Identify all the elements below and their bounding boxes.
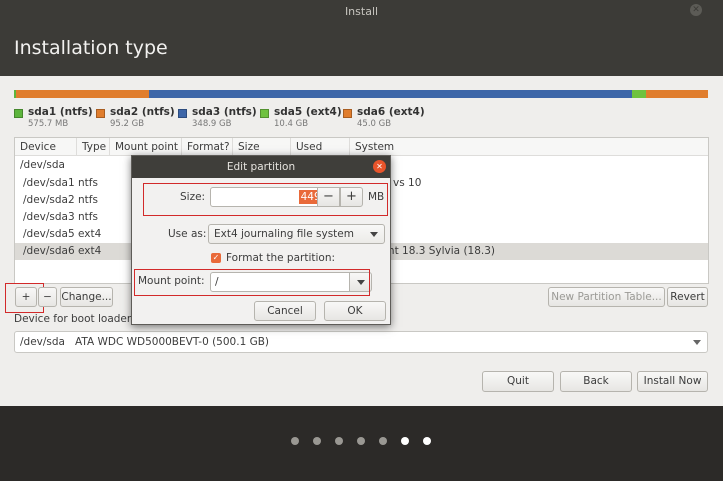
progress-dot-current	[401, 437, 409, 445]
change-partition-button[interactable]: Change...	[60, 287, 113, 307]
column-header-size[interactable]: Size	[233, 138, 291, 156]
window-title: Install	[344, 5, 379, 18]
new-partition-table-button[interactable]: New Partition Table...	[548, 287, 665, 307]
legend-swatch	[260, 109, 269, 118]
legend-swatch	[178, 109, 187, 118]
page-title: Installation type	[14, 37, 168, 59]
legend-name: sda6 (ext4)	[357, 106, 425, 118]
back-button[interactable]: Back	[560, 371, 632, 392]
use-as-label: Use as:	[168, 228, 207, 240]
progress-dot	[335, 437, 343, 445]
chevron-down-icon	[693, 340, 701, 345]
use-as-value: Ext4 journaling file system	[214, 228, 354, 240]
legend-name: sda1 (ntfs)	[28, 106, 93, 118]
legend-swatch	[343, 109, 352, 118]
legend-size: 95.2 GB	[110, 119, 145, 129]
progress-dot	[291, 437, 299, 445]
boot-loader-label: Device for boot loader	[14, 313, 132, 325]
install-now-button[interactable]: Install Now	[637, 371, 708, 392]
boot-loader-select[interactable]: /dev/sda ATA WDC WD5000BEVT-0 (500.1 GB)	[14, 331, 708, 353]
close-icon[interactable]: ✕	[690, 4, 702, 16]
column-header-used[interactable]: Used	[291, 138, 350, 156]
cell-device: /dev/sda1	[23, 177, 75, 189]
cell-type: ntfs	[78, 211, 98, 223]
legend-size: 575.7 MB	[28, 119, 69, 129]
column-header-type[interactable]: Type	[77, 138, 110, 156]
cell-device: /dev/sda6	[23, 245, 75, 257]
partition-bar-segment-sda6	[646, 90, 708, 98]
column-header-system[interactable]: System	[350, 138, 708, 156]
cell-system: int 18.3 Sylvia (18.3)	[385, 245, 496, 257]
partition-bar-segment-sda3	[149, 90, 632, 98]
progress-dot	[379, 437, 387, 445]
cell-device: /dev/sda	[20, 159, 65, 171]
cell-type: ext4	[78, 245, 102, 257]
remove-partition-button[interactable]: −	[38, 287, 57, 307]
legend-swatch	[14, 109, 23, 118]
cell-system: vs 10	[393, 177, 422, 189]
table-header: Device Type Mount point Format? Size Use…	[15, 138, 708, 156]
highlight-size-row	[143, 183, 388, 216]
boot-loader-description: ATA WDC WD5000BEVT-0 (500.1 GB)	[75, 336, 270, 348]
chevron-down-icon	[370, 232, 378, 237]
progress-dot	[357, 437, 365, 445]
cell-device: /dev/sda5	[23, 228, 75, 240]
partition-bar-segment-sda5	[632, 90, 646, 98]
dialog-title-bar: Edit partition ✕	[132, 156, 390, 178]
cell-device: /dev/sda3	[23, 211, 75, 223]
edit-partition-dialog: Edit partition ✕ Size: 44997 − + MB Use …	[131, 155, 391, 325]
column-header-format[interactable]: Format?	[182, 138, 233, 156]
boot-loader-device: /dev/sda	[20, 336, 65, 348]
legend-size: 10.4 GB	[274, 119, 309, 129]
legend-size: 45.0 GB	[357, 119, 392, 129]
format-checkbox[interactable]: ✓	[211, 253, 221, 263]
column-header-device[interactable]: Device	[15, 138, 77, 156]
close-icon[interactable]: ✕	[373, 160, 386, 173]
partition-bar-segment-sda2	[16, 90, 149, 98]
ok-button[interactable]: OK	[324, 301, 386, 321]
legend-size: 348.9 GB	[192, 119, 232, 129]
column-header-mount-point[interactable]: Mount point	[110, 138, 182, 156]
format-label: Format the partition:	[226, 252, 336, 264]
legend-name: sda3 (ntfs)	[192, 106, 257, 118]
revert-button[interactable]: Revert	[667, 287, 708, 307]
cancel-button[interactable]: Cancel	[254, 301, 316, 321]
legend-name: sda2 (ntfs)	[110, 106, 175, 118]
dialog-title: Edit partition	[226, 161, 296, 173]
legend-swatch	[96, 109, 105, 118]
cell-device: /dev/sda2	[23, 194, 75, 206]
quit-button[interactable]: Quit	[482, 371, 554, 392]
cell-type: ntfs	[78, 177, 98, 189]
use-as-select[interactable]: Ext4 journaling file system	[208, 224, 385, 244]
cell-type: ext4	[78, 228, 102, 240]
legend-name: sda5 (ext4)	[274, 106, 342, 118]
progress-dot	[423, 437, 431, 445]
progress-dot	[313, 437, 321, 445]
cell-type: ntfs	[78, 194, 98, 206]
highlight-mount-point-row	[134, 269, 370, 296]
